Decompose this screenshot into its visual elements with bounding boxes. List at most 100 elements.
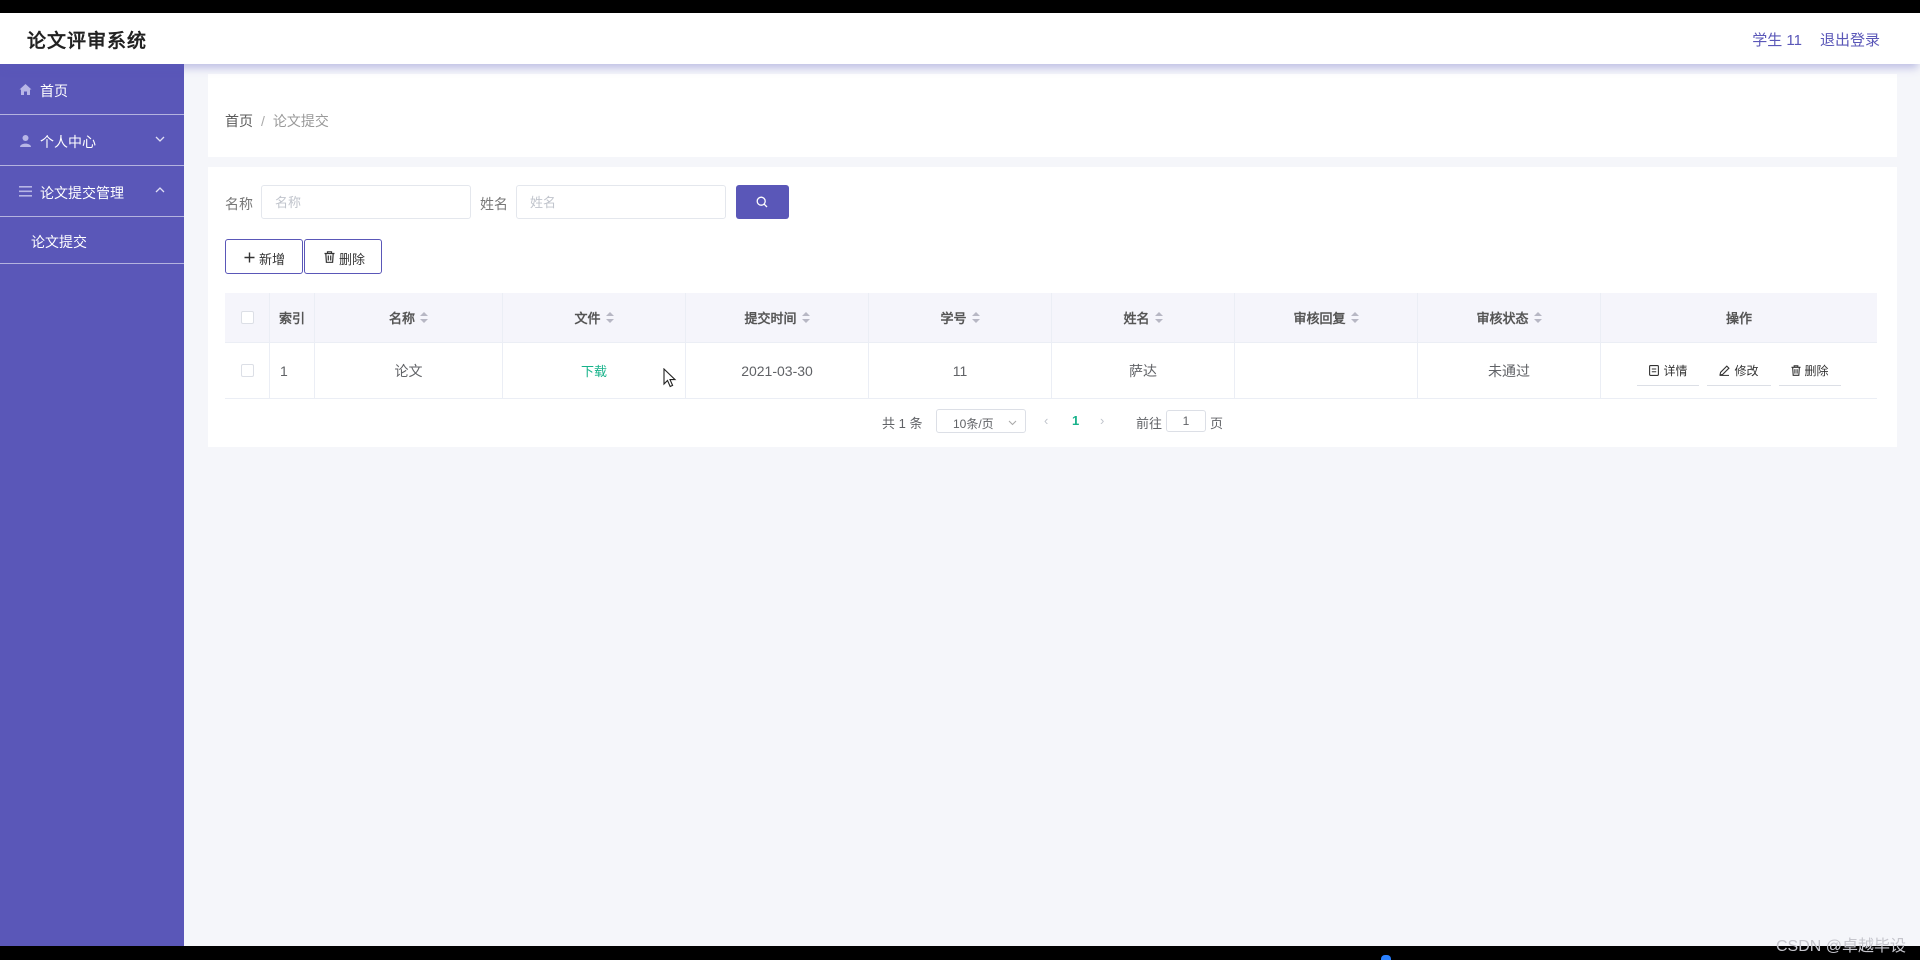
row-delete-button-label: 删除 xyxy=(1804,363,1829,378)
breadcrumb-current: 论文提交 xyxy=(272,113,329,129)
sidebar-item-label: 论文提交管理 xyxy=(40,185,124,201)
trash-icon xyxy=(1790,364,1801,376)
row-checkbox[interactable] xyxy=(240,364,254,377)
taskbar-indicator xyxy=(1381,955,1391,960)
search-icon xyxy=(756,196,768,208)
app-window: 论文评审系统 学生 11 退出登录 首页 个人中心 论文提交管理 论文提交 首页… xyxy=(0,13,1920,946)
header-file[interactable]: 文件 xyxy=(503,293,686,342)
trash-icon xyxy=(324,251,335,263)
person-search-input[interactable] xyxy=(516,185,726,219)
batch-delete-button[interactable]: 删除 xyxy=(304,239,382,274)
sidebar-subitem-thesis-submit[interactable]: 论文提交 xyxy=(0,217,184,264)
name-search-input[interactable] xyxy=(261,185,471,219)
thesis-table: 索引 名称 文件 提交时间 学号 姓名 审核回复 审核状态 操作 1 论文 下载… xyxy=(225,293,1877,399)
sort-icon[interactable] xyxy=(1350,312,1359,323)
download-link[interactable]: 下载 xyxy=(581,361,607,380)
breadcrumb-home[interactable]: 首页 xyxy=(225,113,253,129)
breadcrumb: 首页 / 论文提交 xyxy=(225,111,329,131)
page-unit-label: 页 xyxy=(1210,416,1224,431)
header-select-cell xyxy=(225,293,270,342)
edit-button[interactable]: 修改 xyxy=(1707,356,1771,386)
detail-button[interactable]: 详情 xyxy=(1637,356,1700,386)
chevron-up-icon xyxy=(155,187,165,193)
cell-student-id: 11 xyxy=(869,343,1052,398)
header-label: 名称 xyxy=(388,311,415,326)
cell-review-status: 未通过 xyxy=(1418,343,1601,398)
header-label: 索引 xyxy=(278,311,305,326)
main-card: 名称 姓名 新增 删除 索引 名称 文件 提交时间 学号 姓名 审核回复 xyxy=(208,167,1897,447)
header-label: 姓名 xyxy=(1123,311,1150,326)
sidebar-item-profile[interactable]: 个人中心 xyxy=(0,115,184,166)
name-filter-label: 名称 xyxy=(225,196,253,212)
breadcrumb-separator: / xyxy=(261,113,265,129)
page-number[interactable]: 1 xyxy=(1072,413,1079,428)
sidebar-item-home[interactable]: 首页 xyxy=(0,64,184,115)
goto-page-input[interactable]: 1 xyxy=(1166,410,1206,432)
sort-icon[interactable] xyxy=(801,312,810,323)
next-page-icon[interactable]: › xyxy=(1100,413,1104,428)
pagination: 共 1 条 10条/页 ‹ 1 › 前往 1 页 xyxy=(208,409,1897,433)
cell-submit-time: 2021-03-30 xyxy=(686,343,869,398)
pagination-total: 共 1 条 xyxy=(882,416,923,431)
header-label: 操作 xyxy=(1725,311,1752,326)
edit-icon xyxy=(1719,364,1731,376)
chevron-down-icon xyxy=(155,136,165,142)
header-submit-time[interactable]: 提交时间 xyxy=(686,293,869,342)
header-label: 提交时间 xyxy=(744,311,797,326)
cell-index: 1 xyxy=(270,343,315,398)
header-review-reply[interactable]: 审核回复 xyxy=(1235,293,1418,342)
document-icon xyxy=(1649,364,1660,376)
row-delete-button[interactable]: 删除 xyxy=(1778,356,1841,386)
chevron-down-icon xyxy=(1008,420,1017,426)
prev-page-icon[interactable]: ‹ xyxy=(1044,413,1048,428)
header-student-name[interactable]: 姓名 xyxy=(1052,293,1235,342)
top-bar: 论文评审系统 学生 11 退出登录 xyxy=(0,13,1920,64)
home-icon xyxy=(19,84,32,95)
page-size-value: 10条/页 xyxy=(953,417,994,431)
sidebar: 首页 个人中心 论文提交管理 论文提交 xyxy=(0,64,184,946)
header-name[interactable]: 名称 xyxy=(315,293,503,342)
current-user: 学生 11 xyxy=(1752,32,1802,49)
goto-label: 前往 xyxy=(1136,416,1163,431)
plus-icon xyxy=(244,252,255,263)
sidebar-item-label: 个人中心 xyxy=(40,134,96,150)
logout-link[interactable]: 退出登录 xyxy=(1820,29,1880,50)
select-all-checkbox[interactable] xyxy=(240,311,254,324)
row-select-cell xyxy=(225,343,270,398)
sort-icon[interactable] xyxy=(605,312,614,323)
batch-delete-label: 删除 xyxy=(339,252,366,267)
header-label: 审核回复 xyxy=(1293,311,1346,326)
cell-name: 论文 xyxy=(315,343,503,398)
header-student-id[interactable]: 学号 xyxy=(869,293,1052,342)
edit-button-label: 修改 xyxy=(1734,363,1759,378)
menu-icon xyxy=(19,186,32,197)
table-row: 1 论文 下载 2021-03-30 11 萨达 未通过 详情 修改 删除 xyxy=(225,343,1877,399)
sort-icon[interactable] xyxy=(420,312,428,323)
person-filter-label: 姓名 xyxy=(480,196,508,212)
sort-icon[interactable] xyxy=(1533,312,1542,323)
app-title: 论文评审系统 xyxy=(27,31,148,52)
header-label: 学号 xyxy=(940,311,967,326)
cell-student-name: 萨达 xyxy=(1052,343,1235,398)
cell-file: 下载 xyxy=(503,343,686,398)
add-button-label: 新增 xyxy=(259,252,286,267)
page-size-select[interactable]: 10条/页 xyxy=(936,409,1026,433)
search-button[interactable] xyxy=(736,185,789,219)
mouse-cursor-icon xyxy=(663,368,677,388)
header-index: 索引 xyxy=(270,293,315,342)
table-header: 索引 名称 文件 提交时间 学号 姓名 审核回复 审核状态 操作 xyxy=(225,293,1877,343)
add-button[interactable]: 新增 xyxy=(225,239,303,274)
header-label: 文件 xyxy=(574,311,601,326)
detail-button-label: 详情 xyxy=(1663,363,1688,378)
breadcrumb-card: 首页 / 论文提交 xyxy=(208,74,1897,157)
sidebar-item-label: 首页 xyxy=(40,83,68,99)
user-icon xyxy=(20,135,31,147)
header-label: 审核状态 xyxy=(1476,311,1529,326)
header-actions: 操作 xyxy=(1601,293,1877,342)
sort-icon[interactable] xyxy=(1154,312,1163,323)
header-review-status[interactable]: 审核状态 xyxy=(1418,293,1601,342)
cell-review-reply xyxy=(1235,343,1418,398)
watermark: CSDN @卓越毕设 xyxy=(1775,938,1906,955)
sidebar-item-thesis-management[interactable]: 论文提交管理 xyxy=(0,166,184,217)
sort-icon[interactable] xyxy=(971,312,980,323)
